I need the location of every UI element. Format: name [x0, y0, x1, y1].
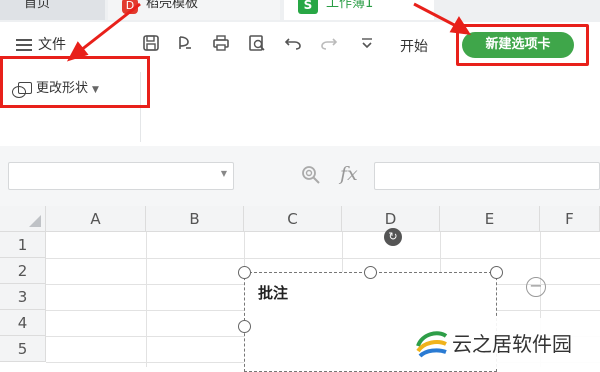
- watermark-text: 云之居软件园: [452, 332, 572, 356]
- annotation-arrows: [66, 2, 471, 62]
- watermark-logo: [414, 324, 450, 360]
- annotation-arrow: [413, 2, 471, 35]
- annotation-arrow: [66, 2, 141, 62]
